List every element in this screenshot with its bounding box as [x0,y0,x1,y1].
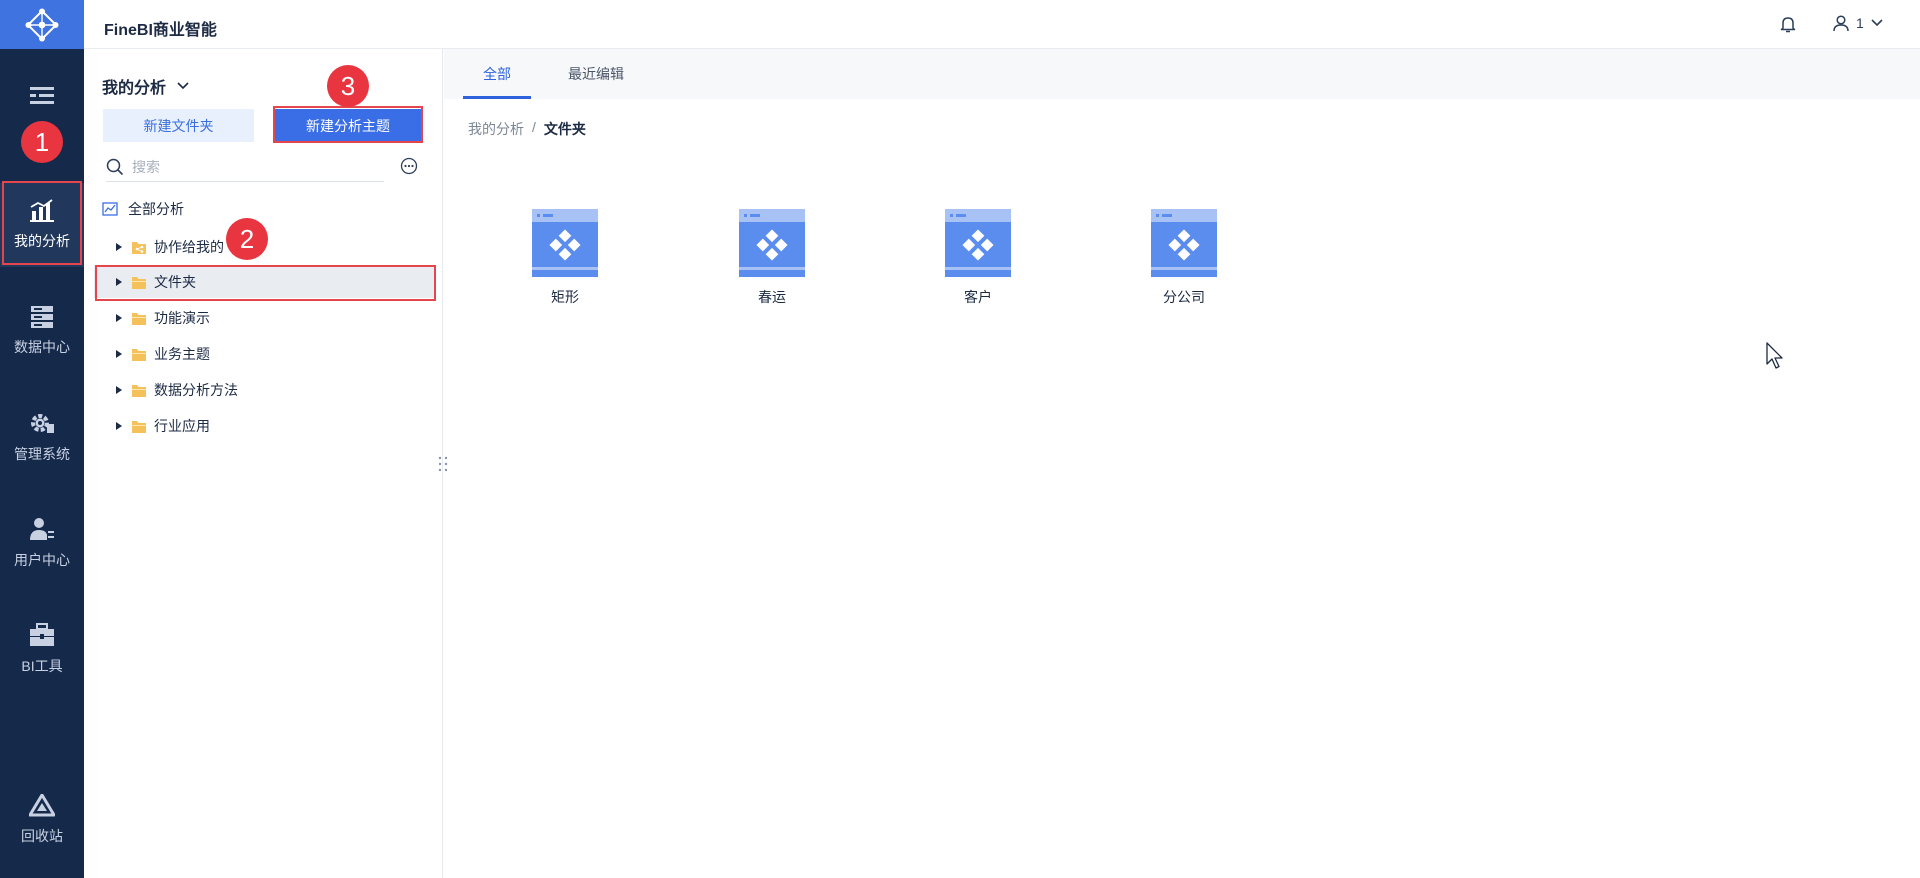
rail-item-bi-tools[interactable]: BI工具 [0,607,84,691]
tree-item-label: 数据分析方法 [154,382,238,398]
chevron-down-icon [177,82,189,90]
rail-item-user-center[interactable]: 用户中心 [0,501,84,585]
tree-item-business-subject[interactable]: 业务主题 [94,338,435,370]
rail-item-label: BI工具 [21,658,63,674]
tree-item-folder[interactable]: 文件夹 [94,266,435,298]
mouse-pointer-icon [1766,342,1783,369]
tree-item-label: 文件夹 [154,274,196,290]
bell-icon[interactable] [1778,14,1798,34]
breadcrumb-current: 文件夹 [543,121,586,137]
folder-icon [132,348,146,361]
panel-title-dropdown[interactable]: 我的分析 [102,74,190,98]
item-label: 矩形 [551,289,579,305]
item-label: 分公司 [1163,289,1205,305]
analysis-subject-icon [532,209,598,277]
rail-item-label: 回收站 [21,828,63,844]
search-input[interactable] [132,158,362,175]
tree-item-feature-demo[interactable]: 功能演示 [94,302,435,334]
expand-arrow-icon[interactable] [116,350,122,358]
tree-item-label: 业务主题 [154,346,210,362]
chart-bar-icon [30,199,54,222]
search-icon [106,158,124,175]
tab-recent-edits[interactable]: 最近编辑 [568,49,624,99]
annotation-badge-3: 3 [327,65,369,107]
folder-icon [132,312,146,325]
analysis-subject-icon [739,209,805,277]
rail-item-label: 我的分析 [14,233,70,249]
rail-item-data-center[interactable]: 数据中心 [0,289,84,373]
analysis-subject-icon [1151,209,1217,277]
rail-item-my-analysis[interactable]: 我的分析 [0,183,84,267]
panel-title: 我的分析 [102,80,167,97]
app-title: FineBI商业智能 [104,22,217,39]
breadcrumb-separator: / [532,119,536,135]
folder-icon [132,420,146,433]
tree-item-label: 协作给我的 [154,239,224,255]
directory-icon [30,87,54,104]
rail-item-recycle-bin[interactable]: 回收站 [0,778,84,862]
analysis-panel: 我的分析 新建文件夹 新建分析主题 全部分析 协 [84,49,443,878]
tree-item-industry-applications[interactable]: 行业应用 [94,410,435,442]
user-name: 1 [1856,15,1864,31]
more-options-icon[interactable] [400,157,418,175]
expand-arrow-icon[interactable] [116,278,122,286]
tree-root-all-analysis[interactable]: 全部分析 [102,199,184,219]
folder-icon [132,276,146,289]
analysis-subject-icon [945,209,1011,277]
analysis-chart-icon [102,202,118,216]
item-label: 春运 [758,289,786,305]
new-analysis-subject-button[interactable]: 新建分析主题 [274,109,422,142]
analysis-item-card[interactable]: 分公司 [1139,209,1229,307]
rail-item-label: 数据中心 [14,339,70,355]
analysis-item-card[interactable]: 春运 [727,209,817,307]
tab-label: 全部 [483,66,511,82]
folder-icon [132,384,146,397]
rail-item-label: 用户中心 [14,552,70,568]
expand-arrow-icon[interactable] [116,422,122,430]
analysis-item-card[interactable]: 矩形 [520,209,610,307]
gear-icon [31,414,54,433]
expand-arrow-icon[interactable] [116,314,122,322]
user-avatar-icon [1833,15,1849,32]
finebi-logo[interactable] [0,0,84,49]
new-folder-button[interactable]: 新建文件夹 [103,109,254,142]
rail-item-admin-system[interactable]: 管理系统 [0,395,84,479]
user-menu[interactable]: 1 [1832,14,1884,32]
chevron-down-icon [1871,19,1883,27]
finebi-logo-icon [25,8,59,41]
annotation-badge-1: 1 [21,121,63,163]
tab-label: 最近编辑 [568,66,624,82]
shared-folder-icon [132,241,146,254]
annotation-badge-2: 2 [226,218,268,260]
tree-item-label: 行业应用 [154,418,210,434]
item-label: 客户 [964,289,992,305]
tree-item-label: 功能演示 [154,310,210,326]
active-tab-underline [463,96,531,99]
breadcrumb-root[interactable]: 我的分析 [468,119,524,139]
tree-root-label: 全部分析 [128,201,184,217]
toolbox-icon [30,623,54,646]
tab-all[interactable]: 全部 [463,49,531,99]
user-icon [30,518,54,540]
database-icon [31,306,53,328]
breadcrumb: 我的分析 / 文件夹 [468,119,586,139]
search-box [106,152,384,182]
top-header: FineBI商业智能 1 [84,0,1920,49]
expand-arrow-icon[interactable] [116,386,122,394]
rail-item-label: 管理系统 [14,446,70,462]
content-tabs: 全部 最近编辑 [444,49,1920,99]
tree-item-data-analysis-methods[interactable]: 数据分析方法 [94,374,435,406]
recycle-icon [29,794,55,817]
panel-resize-handle[interactable] [437,454,449,474]
expand-arrow-icon[interactable] [116,243,122,251]
analysis-item-card[interactable]: 客户 [933,209,1023,307]
